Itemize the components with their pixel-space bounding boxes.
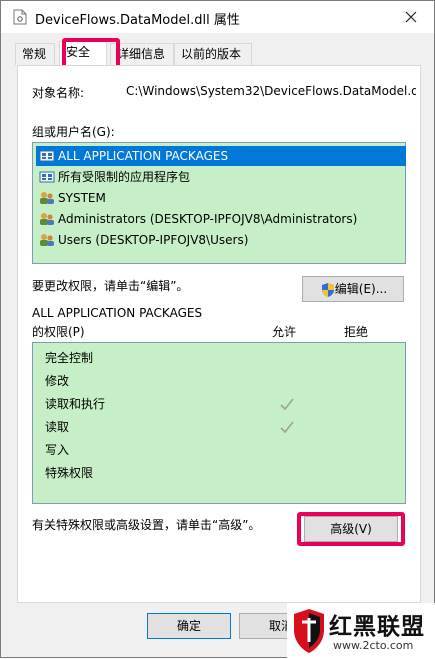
permission-title-line1: ALL APPLICATION PACKAGES (32, 306, 203, 320)
tab-details[interactable]: 详细信息 (110, 43, 174, 65)
app-packages-icon (39, 171, 55, 183)
permission-name: 写入 (45, 443, 70, 457)
watermark-brand: 红黑联盟 (329, 614, 425, 640)
permission-name: 读取 (45, 420, 70, 434)
list-item[interactable]: ALL APPLICATION PACKAGES (36, 146, 406, 166)
app-packages-icon (39, 150, 55, 162)
user-name: SYSTEM (58, 191, 106, 205)
list-item[interactable]: 所有受限制的应用程序包 (36, 167, 194, 187)
permission-row: 读取 (45, 416, 69, 438)
edit-button-label: 编辑(E)... (334, 282, 388, 296)
allow-check-icon (280, 421, 294, 434)
security-panel: 对象名称: C:\Windows\System32\DeviceFlows.Da… (17, 65, 421, 603)
watermark-site: www.2cto.com (333, 639, 414, 652)
permission-name: 特殊权限 (45, 466, 94, 480)
group-users-label: 组或用户名(G): (32, 125, 115, 139)
tab-previous-versions[interactable]: 以前的版本 (174, 43, 252, 65)
advanced-hint-text: 有关特殊权限或高级设置，请单击“高级”。 (32, 518, 261, 532)
permission-row: 完全控制 (45, 347, 93, 369)
close-icon (405, 11, 417, 23)
tab-security[interactable]: 安全 (59, 41, 107, 66)
permission-row: 修改 (45, 370, 69, 392)
edit-button[interactable]: 编辑(E)... (302, 276, 404, 302)
watermark-logo: 红黑联盟 www.2cto.com (287, 603, 435, 659)
permission-title-line2: 的权限(P) (32, 325, 85, 339)
properties-window: DeviceFlows.DataModel.dll 属性 常规 安全 详细信息 … (0, 0, 435, 659)
permissions-list: 完全控制 修改 读取和执行 读取 写入 特殊权限 (32, 342, 406, 504)
users-listbox[interactable]: ALL APPLICATION PACKAGES 所有受限制的应用程序包 SYS… (32, 142, 406, 264)
user-name: Administrators (DESKTOP-IPFOJV8\Administ… (58, 212, 358, 226)
window-title: DeviceFlows.DataModel.dll 属性 (35, 13, 240, 28)
ok-button[interactable]: 确定 (147, 613, 231, 639)
users-group-icon (40, 192, 54, 204)
tab-general[interactable]: 常规 (15, 43, 55, 65)
users-group-icon (40, 234, 54, 246)
user-name: ALL APPLICATION PACKAGES (58, 149, 229, 163)
user-name: Users (DESKTOP-IPFOJV8\Users) (58, 233, 249, 247)
user-name: 所有受限制的应用程序包 (58, 170, 191, 184)
permission-row: 特殊权限 (45, 462, 93, 484)
shield-logo-icon (294, 609, 324, 653)
users-group-icon (40, 213, 54, 225)
list-item[interactable]: Users (DESKTOP-IPFOJV8\Users) (36, 230, 252, 250)
allow-column-header: 允许 (272, 325, 297, 339)
permission-name: 完全控制 (45, 351, 94, 365)
edit-hint-text: 要更改权限，请单击“编辑”。 (32, 279, 189, 293)
list-item[interactable]: SYSTEM (36, 188, 110, 208)
title-bar[interactable]: DeviceFlows.DataModel.dll 属性 (1, 1, 434, 33)
advanced-button[interactable]: 高级(V) (304, 516, 398, 542)
allow-check-icon (280, 398, 294, 411)
file-icon (13, 9, 27, 25)
object-name-label: 对象名称: (32, 86, 85, 100)
close-button[interactable] (402, 8, 420, 26)
permission-row: 读取和执行 (45, 393, 105, 415)
permission-row: 写入 (45, 439, 69, 461)
object-name-value: C:\Windows\System32\DeviceFlows.DataMode… (126, 84, 416, 98)
permission-name: 读取和执行 (45, 397, 106, 411)
permission-name: 修改 (45, 374, 70, 388)
list-item[interactable]: Administrators (DESKTOP-IPFOJV8\Administ… (36, 209, 361, 229)
deny-column-header: 拒绝 (344, 325, 369, 339)
uac-shield-icon (322, 283, 334, 297)
